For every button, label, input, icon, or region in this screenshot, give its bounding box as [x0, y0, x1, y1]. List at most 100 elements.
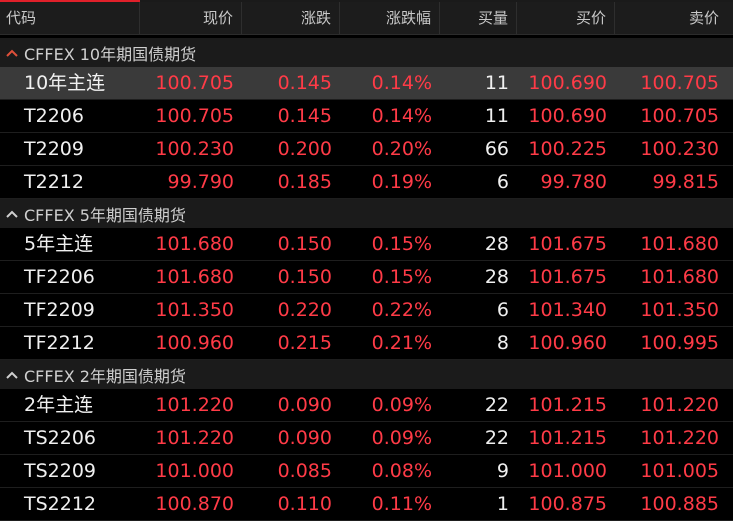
- cell-price: 101.220: [155, 394, 234, 416]
- cell-ask: 100.705: [640, 72, 719, 94]
- cell-price: 100.705: [155, 105, 234, 127]
- cell-change-pct: 0.14%: [371, 72, 432, 94]
- cell-change-pct: 0.09%: [371, 427, 432, 449]
- cell-volume: 28: [484, 233, 509, 255]
- cell-change: 0.150: [277, 266, 332, 288]
- cell-ask: 101.350: [640, 299, 719, 321]
- cell-volume: 8: [496, 332, 509, 354]
- cell-code: 10年主连: [24, 72, 106, 94]
- cell-code: TS2212: [24, 493, 97, 515]
- cell-code: TF2209: [24, 299, 95, 321]
- cell-price: 101.000: [155, 460, 234, 482]
- cell-ask: 99.815: [652, 171, 719, 193]
- chevron-up-icon[interactable]: [0, 210, 24, 218]
- cell-change: 0.145: [277, 72, 332, 94]
- cell-change-pct: 0.19%: [371, 171, 432, 193]
- cell-ask: 100.885: [640, 493, 719, 515]
- cell-change-pct: 0.11%: [371, 493, 432, 515]
- table-row[interactable]: 2年主连 101.220 0.090 0.09% 22 101.215 101.220: [0, 389, 733, 422]
- cell-price: 100.230: [155, 138, 234, 160]
- table-row[interactable]: T2212 99.790 0.185 0.19% 6 99.780 99.815: [0, 166, 733, 199]
- table-row[interactable]: T2206 100.705 0.145 0.14% 11 100.690 100.705: [0, 100, 733, 133]
- table-row[interactable]: TF2206 101.680 0.150 0.15% 28 101.675 101.680: [0, 261, 733, 294]
- cell-change-pct: 0.08%: [371, 460, 432, 482]
- cell-price: 99.790: [167, 171, 234, 193]
- table-row[interactable]: TF2212 100.960 0.215 0.21% 8 100.960 100.995: [0, 327, 733, 360]
- group-header[interactable]: CFFEX 2年期国债期货: [0, 360, 733, 389]
- cell-bid: 101.675: [528, 266, 607, 288]
- cell-ask: 100.230: [640, 138, 719, 160]
- cell-code: TS2209: [24, 460, 97, 482]
- quote-table-header: 代码 现价 涨跌 涨跌幅 买量 买价 卖价: [0, 2, 733, 35]
- group-header[interactable]: CFFEX 10年期国债期货: [0, 38, 733, 67]
- cell-code: 5年主连: [24, 233, 94, 255]
- column-header-bid[interactable]: 买价: [517, 2, 615, 34]
- cell-code: TF2206: [24, 266, 95, 288]
- column-header-price[interactable]: 现价: [140, 2, 242, 34]
- cell-code: T2212: [24, 171, 84, 193]
- cell-ask: 101.680: [640, 233, 719, 255]
- chevron-up-icon[interactable]: [0, 49, 24, 57]
- cell-change-pct: 0.22%: [371, 299, 432, 321]
- cell-volume: 22: [484, 427, 509, 449]
- cell-bid: 100.225: [528, 138, 607, 160]
- cell-change: 0.150: [277, 233, 332, 255]
- cell-change-pct: 0.20%: [371, 138, 432, 160]
- table-row[interactable]: 5年主连 101.680 0.150 0.15% 28 101.675 101.680: [0, 228, 733, 261]
- column-header-volume[interactable]: 买量: [440, 2, 517, 34]
- group-title: CFFEX 10年期国债期货: [24, 44, 197, 64]
- cell-volume: 66: [484, 138, 509, 160]
- cell-volume: 22: [484, 394, 509, 416]
- cell-price: 101.680: [155, 266, 234, 288]
- cell-change-pct: 0.09%: [371, 394, 432, 416]
- cell-price: 101.350: [155, 299, 234, 321]
- cell-change-pct: 0.14%: [371, 105, 432, 127]
- cell-ask: 101.220: [640, 427, 719, 449]
- cell-code: TF2212: [24, 332, 95, 354]
- cell-price: 100.960: [155, 332, 234, 354]
- cell-change: 0.220: [277, 299, 332, 321]
- cell-bid: 100.960: [528, 332, 607, 354]
- cell-ask: 100.705: [640, 105, 719, 127]
- cell-volume: 28: [484, 266, 509, 288]
- cell-change: 0.110: [277, 493, 332, 515]
- group-title: CFFEX 2年期国债期货: [24, 366, 186, 386]
- cell-bid: 101.215: [528, 394, 607, 416]
- cell-change: 0.215: [277, 332, 332, 354]
- cell-change: 0.085: [277, 460, 332, 482]
- cell-bid: 100.875: [528, 493, 607, 515]
- column-header-code[interactable]: 代码: [0, 2, 140, 34]
- cell-price: 101.680: [155, 233, 234, 255]
- cell-change-pct: 0.15%: [371, 266, 432, 288]
- cell-change: 0.185: [277, 171, 332, 193]
- table-row[interactable]: 10年主连 100.705 0.145 0.14% 11 100.690 100.705: [0, 67, 733, 100]
- cell-ask: 101.220: [640, 394, 719, 416]
- cell-bid: 101.340: [528, 299, 607, 321]
- cell-code: T2206: [24, 105, 84, 127]
- cell-code: 2年主连: [24, 394, 94, 416]
- column-header-change[interactable]: 涨跌: [242, 2, 340, 34]
- column-header-change-pct[interactable]: 涨跌幅: [340, 2, 440, 34]
- cell-bid: 101.000: [528, 460, 607, 482]
- table-row[interactable]: TS2209 101.000 0.085 0.08% 9 101.000 101.005: [0, 455, 733, 488]
- table-row[interactable]: TS2212 100.870 0.110 0.11% 1 100.875 100.885: [0, 488, 733, 521]
- cell-change: 0.090: [277, 394, 332, 416]
- cell-bid: 101.675: [528, 233, 607, 255]
- chevron-up-icon[interactable]: [0, 371, 24, 379]
- cell-code: T2209: [24, 138, 84, 160]
- cell-volume: 11: [484, 72, 509, 94]
- table-row[interactable]: TS2206 101.220 0.090 0.09% 22 101.215 101.220: [0, 422, 733, 455]
- cell-bid: 99.780: [540, 171, 607, 193]
- cell-price: 100.705: [155, 72, 234, 94]
- cell-volume: 6: [496, 299, 509, 321]
- cell-ask: 101.005: [640, 460, 719, 482]
- cell-code: TS2206: [24, 427, 97, 449]
- table-row[interactable]: T2209 100.230 0.200 0.20% 66 100.225 100.230: [0, 133, 733, 166]
- cell-price: 100.870: [155, 493, 234, 515]
- table-row[interactable]: TF2209 101.350 0.220 0.22% 6 101.340 101.350: [0, 294, 733, 327]
- cell-volume: 6: [496, 171, 509, 193]
- group-header[interactable]: CFFEX 5年期国债期货: [0, 199, 733, 228]
- cell-bid: 100.690: [528, 72, 607, 94]
- column-header-ask[interactable]: 卖价: [615, 2, 733, 34]
- cell-price: 101.220: [155, 427, 234, 449]
